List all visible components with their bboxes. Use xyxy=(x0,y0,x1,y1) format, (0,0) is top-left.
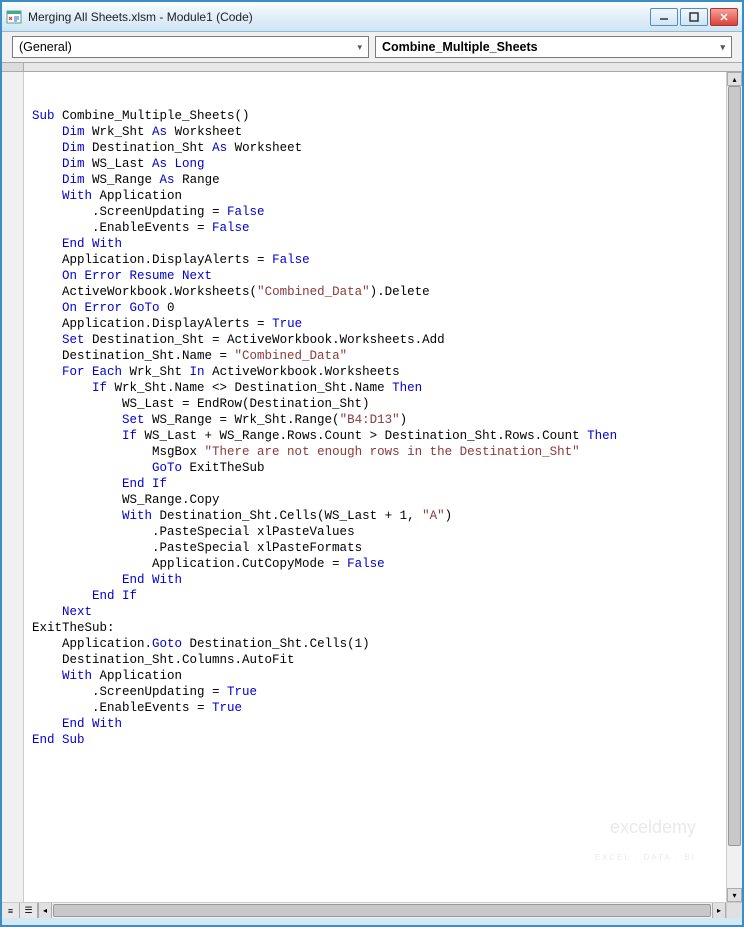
code-line: .EnableEvents = False xyxy=(32,220,718,236)
vba-module-icon xyxy=(6,9,22,25)
code-line: GoTo ExitTheSub xyxy=(32,460,718,476)
code-line: End If xyxy=(32,588,718,604)
code-line: End If xyxy=(32,476,718,492)
code-line: .PasteSpecial xlPasteFormats xyxy=(32,540,718,556)
code-line: Application.CutCopyMode = False xyxy=(32,556,718,572)
chevron-down-icon: ▾ xyxy=(357,42,362,53)
watermark: exceldemy EXCEL · DATA · BI xyxy=(580,800,696,898)
watermark-tagline: EXCEL · DATA · BI xyxy=(580,854,696,862)
maximize-button[interactable] xyxy=(680,8,708,26)
code-line: Application.DisplayAlerts = True xyxy=(32,316,718,332)
code-line: On Error GoTo 0 xyxy=(32,300,718,316)
code-line: .EnableEvents = True xyxy=(32,700,718,716)
view-mode-buttons: ≡ ☰ xyxy=(2,903,38,918)
horizontal-scrollbar-row: ≡ ☰ ◂ ▸ xyxy=(2,902,742,918)
code-line: Destination_Sht.Columns.AutoFit xyxy=(32,652,718,668)
code-line: With Application xyxy=(32,668,718,684)
code-line: Set WS_Range = Wrk_Sht.Range("B4:D13") xyxy=(32,412,718,428)
vertical-scroll-thumb[interactable] xyxy=(728,86,741,846)
code-line: With Application xyxy=(32,188,718,204)
code-line: Next xyxy=(32,604,718,620)
split-bar-top xyxy=(2,62,742,72)
object-procedure-bar: (General) ▾ Combine_Multiple_Sheets ▾ xyxy=(2,32,742,62)
code-line: Application.DisplayAlerts = False xyxy=(32,252,718,268)
scrollbar-corner xyxy=(726,903,742,918)
code-line: End Sub xyxy=(32,732,718,748)
code-line: For Each Wrk_Sht In ActiveWorkbook.Works… xyxy=(32,364,718,380)
code-line: End With xyxy=(32,716,718,732)
watermark-brand: exceldemy xyxy=(610,817,696,837)
object-dropdown[interactable]: (General) ▾ xyxy=(12,36,369,58)
code-line: Dim WS_Last As Long xyxy=(32,156,718,172)
code-line: .ScreenUpdating = False xyxy=(32,204,718,220)
chevron-down-icon: ▾ xyxy=(720,42,725,53)
code-line: Destination_Sht.Name = "Combined_Data" xyxy=(32,348,718,364)
window-controls xyxy=(650,8,738,26)
procedure-dropdown-value: Combine_Multiple_Sheets xyxy=(382,40,538,54)
code-line: WS_Range.Copy xyxy=(32,492,718,508)
code-line: If WS_Last + WS_Range.Rows.Count > Desti… xyxy=(32,428,718,444)
code-line: Dim Destination_Sht As Worksheet xyxy=(32,140,718,156)
minimize-button[interactable] xyxy=(650,8,678,26)
margin-indicator-bar[interactable] xyxy=(2,72,24,902)
titlebar: Merging All Sheets.xlsm - Module1 (Code) xyxy=(2,2,742,32)
procedure-dropdown[interactable]: Combine_Multiple_Sheets ▾ xyxy=(375,36,732,58)
code-line: Application.Goto Destination_Sht.Cells(1… xyxy=(32,636,718,652)
code-container: Sub Combine_Multiple_Sheets() Dim Wrk_Sh… xyxy=(2,72,742,902)
code-line: Set Destination_Sht = ActiveWorkbook.Wor… xyxy=(32,332,718,348)
window-title: Merging All Sheets.xlsm - Module1 (Code) xyxy=(28,10,650,24)
code-line: ActiveWorkbook.Worksheets("Combined_Data… xyxy=(32,284,718,300)
vertical-scrollbar[interactable]: ▴ ▾ xyxy=(726,72,742,902)
code-line: ExitTheSub: xyxy=(32,620,718,636)
full-module-view-button[interactable]: ☰ xyxy=(20,903,38,918)
code-line: .ScreenUpdating = True xyxy=(32,684,718,700)
scroll-left-button[interactable]: ◂ xyxy=(38,903,52,918)
code-line: WS_Last = EndRow(Destination_Sht) xyxy=(32,396,718,412)
close-button[interactable] xyxy=(710,8,738,26)
scroll-up-button[interactable]: ▴ xyxy=(727,72,742,86)
procedure-view-button[interactable]: ≡ xyxy=(2,903,20,918)
code-line: Sub Combine_Multiple_Sheets() xyxy=(32,108,718,124)
code-line: With Destination_Sht.Cells(WS_Last + 1, … xyxy=(32,508,718,524)
horizontal-scroll-thumb[interactable] xyxy=(53,904,711,917)
code-line: End With xyxy=(32,572,718,588)
code-line: MsgBox "There are not enough rows in the… xyxy=(32,444,718,460)
split-corner xyxy=(2,63,24,71)
code-line: End With xyxy=(32,236,718,252)
code-line: Dim Wrk_Sht As Worksheet xyxy=(32,124,718,140)
scroll-right-button[interactable]: ▸ xyxy=(712,903,726,918)
object-dropdown-value: (General) xyxy=(19,40,72,54)
code-editor[interactable]: Sub Combine_Multiple_Sheets() Dim Wrk_Sh… xyxy=(24,72,726,902)
code-line: If Wrk_Sht.Name <> Destination_Sht.Name … xyxy=(32,380,718,396)
code-line: .PasteSpecial xlPasteValues xyxy=(32,524,718,540)
scroll-down-button[interactable]: ▾ xyxy=(727,888,742,902)
code-line: On Error Resume Next xyxy=(32,268,718,284)
horizontal-scrollbar[interactable]: ◂ ▸ xyxy=(38,903,726,918)
code-line: Dim WS_Range As Range xyxy=(32,172,718,188)
